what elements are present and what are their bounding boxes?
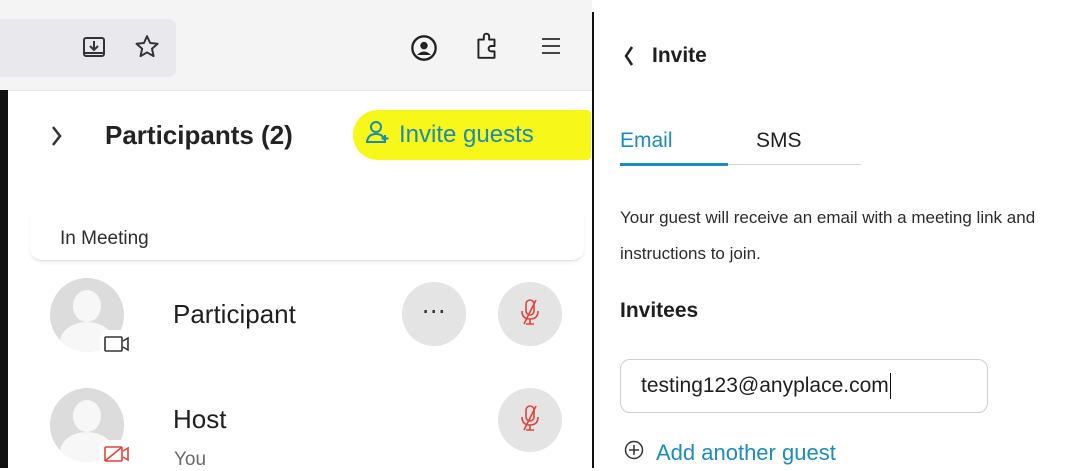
invitee-email-input[interactable]: testing123@anyplace.com	[620, 359, 988, 413]
more-options-button[interactable]: ⋯	[402, 282, 466, 346]
invite-pane: Invite Email SMS Your guest will receive…	[594, 0, 1082, 468]
muted-microphone-button[interactable]	[498, 282, 562, 346]
invite-title: Invite	[652, 44, 707, 67]
text-cursor	[889, 373, 891, 399]
active-tab-indicator	[620, 163, 728, 166]
muted-microphone-button[interactable]	[498, 388, 562, 452]
browser-toolbar	[0, 0, 592, 91]
invite-guests-label: Invite guests	[399, 121, 534, 148]
account-icon[interactable]	[410, 34, 438, 62]
microphone-muted-icon	[519, 298, 541, 331]
install-app-icon[interactable]	[82, 36, 106, 60]
microphone-muted-icon	[519, 404, 541, 437]
chevron-right-icon[interactable]	[50, 124, 64, 153]
extensions-icon[interactable]	[474, 31, 500, 61]
invitees-label: Invitees	[620, 299, 699, 322]
more-icon: ⋯	[421, 297, 447, 325]
invite-description: Your guest will receive an email with a …	[620, 208, 1036, 263]
tab-divider	[728, 164, 861, 165]
add-guest-label: Add another guest	[656, 440, 836, 465]
participant-name: Participant	[173, 299, 296, 329]
window-edge	[0, 90, 8, 468]
in-meeting-section-header: In Meeting	[30, 212, 584, 261]
participants-title: Participants (2)	[105, 120, 293, 150]
menu-icon[interactable]	[540, 36, 562, 56]
invite-guests-button[interactable]: Invite guests	[353, 110, 591, 160]
video-off-icon	[100, 440, 134, 468]
tab-email[interactable]: Email	[620, 129, 673, 153]
participants-pane: Participants (2) Invite guests In Meetin…	[0, 0, 592, 470]
tab-sms[interactable]: SMS	[756, 129, 802, 153]
add-person-icon	[365, 119, 391, 152]
plus-circle-icon	[624, 440, 644, 466]
email-input-value: testing123@anyplace.com	[641, 374, 889, 397]
back-chevron-icon[interactable]	[622, 44, 636, 73]
add-another-guest-link[interactable]: Add another guest	[624, 440, 836, 466]
section-label: In Meeting	[60, 228, 149, 249]
participant-name: Host	[173, 404, 227, 434]
video-camera-icon	[100, 330, 134, 358]
bookmark-star-icon[interactable]	[134, 34, 160, 60]
